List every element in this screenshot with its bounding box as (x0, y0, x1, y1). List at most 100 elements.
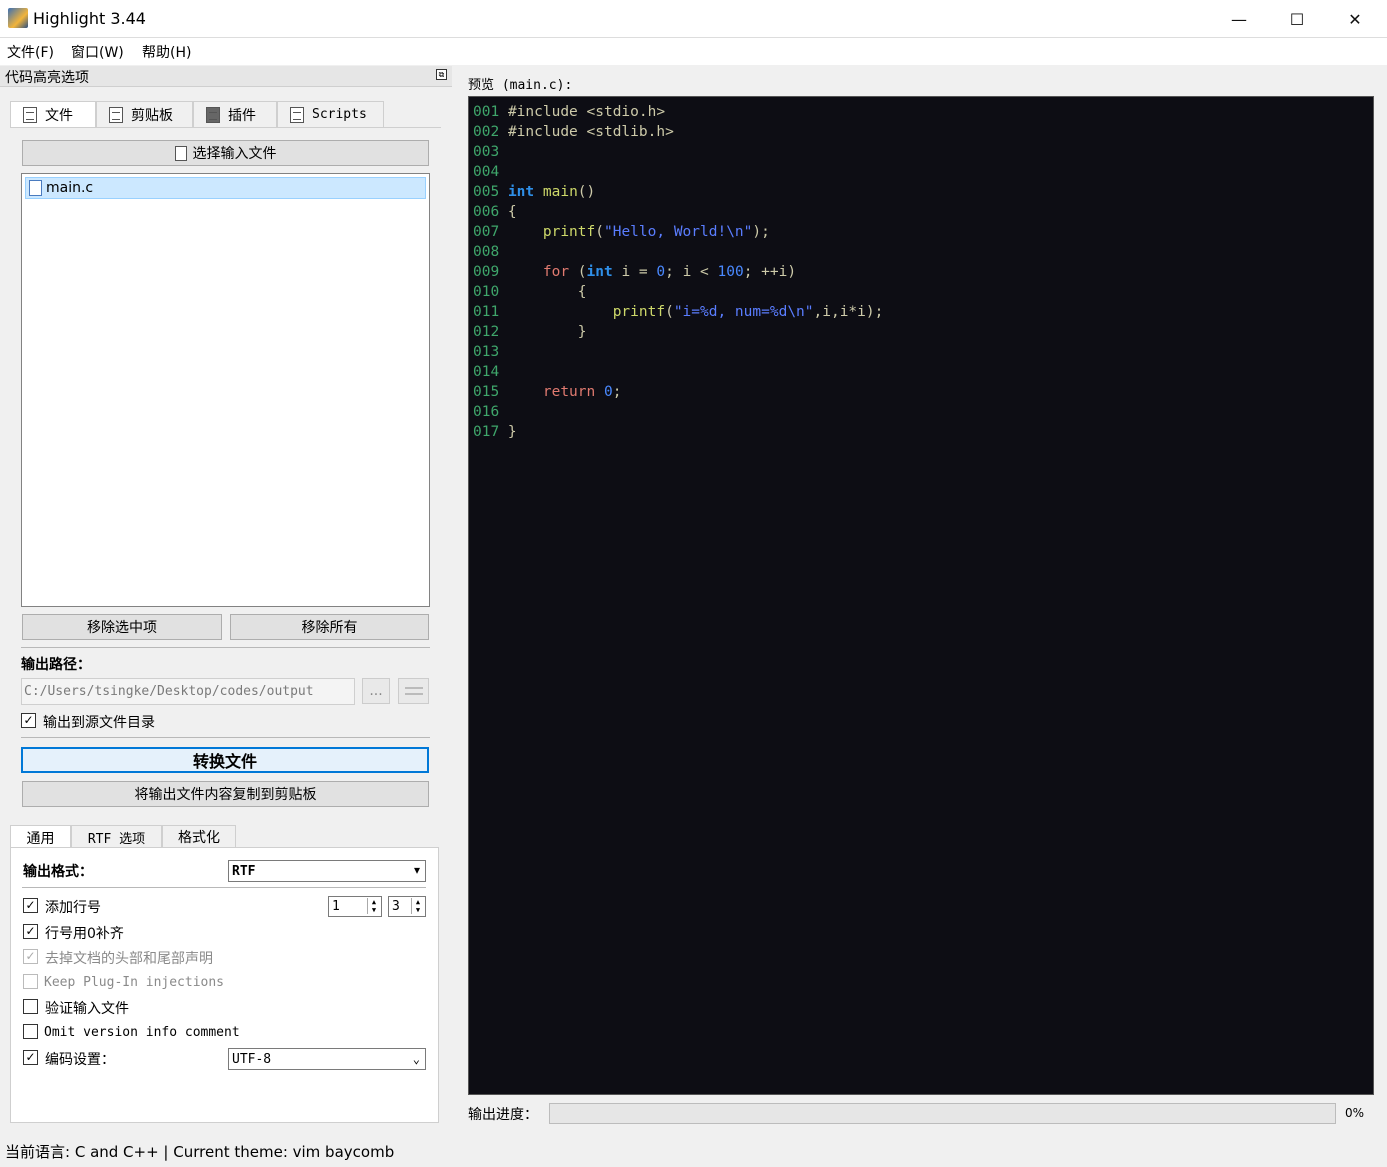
encoding-label: 编码设置： (45, 1052, 115, 1068)
tab-files-label: 文件 (45, 108, 73, 124)
menu-window[interactable]: 窗口(W) (71, 42, 124, 62)
divider (21, 647, 430, 648)
line-number: 009 (473, 264, 500, 280)
line-number: 001 (473, 104, 500, 120)
copy-to-clipboard-button[interactable]: 将输出文件内容复制到剪贴板 (22, 781, 429, 807)
code-preview[interactable]: 001 #include <stdio.h> 002 #include <stdl… (468, 96, 1374, 1095)
line-number: 015 (473, 384, 500, 400)
list-item[interactable]: main.c (25, 177, 426, 199)
file-list[interactable]: main.c (21, 173, 430, 607)
line-number: 010 (473, 284, 500, 300)
keep-plugin-injections-checkbox (23, 974, 38, 989)
output-format-select[interactable]: RTF ▼ (228, 860, 426, 882)
line-number: 006 (473, 204, 500, 220)
chevron-down-icon: ⌄ (412, 1052, 420, 1066)
tab-scripts-label: Scripts (312, 107, 367, 122)
spin-arrows-icon[interactable]: ▲ ▼ (367, 898, 380, 914)
file-icon (29, 180, 42, 196)
code-line: 013 (473, 342, 508, 362)
dock-header: 代码高亮选项 ⧉ (0, 66, 452, 87)
tabs-divider (10, 127, 441, 128)
tab-scripts[interactable]: Scripts (277, 101, 384, 127)
output-path-field[interactable]: C:/Users/tsingke/Desktop/codes/output (21, 678, 355, 705)
progress-label: 输出进度： (468, 1107, 538, 1123)
dropdown-arrow-icon: ▼ (413, 865, 420, 877)
select-input-files-label: 选择输入文件 (192, 146, 277, 162)
output-to-source-dir-checkbox[interactable]: ✓ (21, 713, 36, 728)
omit-version-label: Omit version info comment (44, 1025, 240, 1040)
encoding-value: UTF-8 (232, 1051, 272, 1067)
progress-bar (549, 1103, 1336, 1124)
menu-file[interactable]: 文件(F) (7, 42, 54, 62)
minimize-button[interactable]: — (1210, 0, 1268, 38)
keep-plugin-injections-label: Keep Plug-In injections (44, 975, 225, 990)
encoding-select[interactable]: UTF-8 ⌄ (228, 1048, 426, 1070)
tab-clipboard[interactable]: 剪贴板 (96, 101, 193, 127)
strip-header-footer-label: 去掉文档的头部和尾部声明 (45, 951, 213, 967)
code-line: 006 { (473, 204, 517, 220)
select-input-files-button[interactable]: 选择输入文件 (22, 140, 429, 166)
close-button[interactable]: ✕ (1326, 0, 1384, 38)
window-title: Highlight 3.44 (33, 9, 146, 28)
tab-files[interactable]: 文件 (10, 101, 96, 128)
code-line: 015 return 0; (473, 384, 622, 400)
float-dock-icon[interactable]: ⧉ (436, 69, 447, 80)
code-line: 003 (473, 142, 508, 162)
line-number: 016 (473, 404, 500, 420)
tab-plugins[interactable]: 插件 (193, 101, 277, 127)
menu-bar: 文件(F) 窗口(W) 帮助(H) (0, 38, 1387, 65)
line-number: 004 (473, 164, 500, 180)
title-bar: Highlight 3.44 — ☐ ✕ (0, 0, 1387, 38)
output-format-label: 输出格式： (23, 864, 93, 880)
tab-clipboard-label: 剪贴板 (131, 107, 173, 124)
document-icon (174, 145, 187, 161)
clipboard-icon (109, 106, 123, 123)
code-line: 011 printf("i=%d, num=%d\n",i,i*i); (473, 304, 884, 320)
remove-selected-button[interactable]: 移除选中项 (22, 614, 222, 640)
line-number-width-spinbox[interactable]: 3 ▲ ▼ (388, 896, 426, 917)
validate-input-checkbox[interactable] (23, 999, 38, 1014)
line-number-width-value: 3 (392, 899, 400, 914)
tab-formatting[interactable]: 格式化 (162, 825, 236, 848)
pad-zeros-label: 行号用0补齐 (45, 926, 124, 942)
document-icon (23, 107, 37, 123)
browse-button[interactable]: ... (362, 678, 390, 704)
line-number: 007 (473, 224, 500, 240)
progress-percent: 0% (1345, 1106, 1365, 1120)
clear-path-button[interactable] (398, 678, 429, 704)
puzzle-icon (206, 106, 220, 123)
code-line: 004 (473, 162, 508, 182)
code-line: 008 (473, 242, 508, 262)
line-number-start-spinbox[interactable]: 1 ▲ ▼ (328, 896, 382, 917)
code-line: 005 int main() (473, 184, 596, 200)
line-number: 013 (473, 344, 500, 360)
encoding-checkbox[interactable]: ✓ (23, 1050, 38, 1065)
status-bar: 当前语言: C and C++ | Current theme: vim bay… (0, 1138, 1387, 1167)
add-line-numbers-label: 添加行号 (45, 900, 101, 916)
pad-zeros-checkbox[interactable]: ✓ (23, 924, 38, 939)
code-line: 007 printf("Hello, World!\n"); (473, 224, 770, 240)
line-number: 012 (473, 324, 500, 340)
line-number: 005 (473, 184, 500, 200)
file-name: main.c (46, 180, 94, 196)
remove-all-button[interactable]: 移除所有 (230, 614, 429, 640)
line-number: 003 (473, 144, 500, 160)
convert-files-button[interactable]: 转换文件 (21, 747, 429, 773)
output-format-value: RTF (232, 863, 256, 879)
code-line: 009 for (int i = 0; i < 100; ++i) (473, 264, 797, 280)
omit-version-checkbox[interactable] (23, 1024, 38, 1039)
code-line: 010 { (473, 284, 587, 300)
line-number: 014 (473, 364, 500, 380)
output-path-label: 输出路径： (21, 657, 91, 673)
add-line-numbers-checkbox[interactable]: ✓ (23, 898, 38, 913)
menu-help[interactable]: 帮助(H) (142, 42, 191, 62)
code-line: 017 } (473, 424, 517, 440)
strip-header-footer-checkbox: ✓ (23, 949, 38, 964)
output-to-source-dir-label: 输出到源文件目录 (43, 715, 155, 731)
line-number: 011 (473, 304, 500, 320)
script-icon (290, 106, 304, 123)
maximize-button[interactable]: ☐ (1268, 0, 1326, 38)
tab-rtf-options[interactable]: RTF 选项 (71, 825, 162, 848)
spin-arrows-icon[interactable]: ▲ ▼ (411, 898, 424, 914)
tab-general[interactable]: 通用 (10, 825, 71, 849)
